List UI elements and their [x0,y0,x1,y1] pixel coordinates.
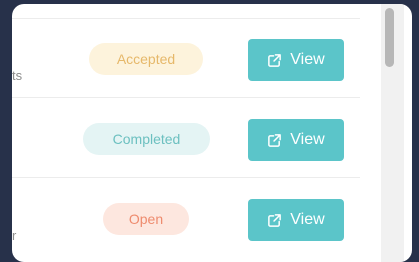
status-badge: Completed [83,123,210,155]
status-badge: Open [103,203,189,235]
task-list: ts Accepted View Completed View r Open V… [12,4,360,262]
view-button[interactable]: View [248,39,344,81]
row-title-cut: ts [12,68,23,83]
table-row: r Open View [12,178,360,258]
external-link-icon [267,133,282,148]
view-button-label: View [290,51,325,68]
row-title-cut: r [12,228,17,243]
external-link-icon [267,53,282,68]
table-row: Completed View [12,98,360,178]
view-button-label: View [290,131,325,148]
external-link-icon [267,213,282,228]
view-button-label: View [290,211,325,228]
view-button[interactable]: View [248,199,344,241]
tasks-panel: ts Accepted View Completed View r Open V… [12,4,412,262]
table-row: ts Accepted View [12,18,360,98]
scrollbar-thumb[interactable] [385,8,394,67]
status-badge: Accepted [89,43,203,75]
view-button[interactable]: View [248,119,344,161]
row-divider [12,18,360,19]
